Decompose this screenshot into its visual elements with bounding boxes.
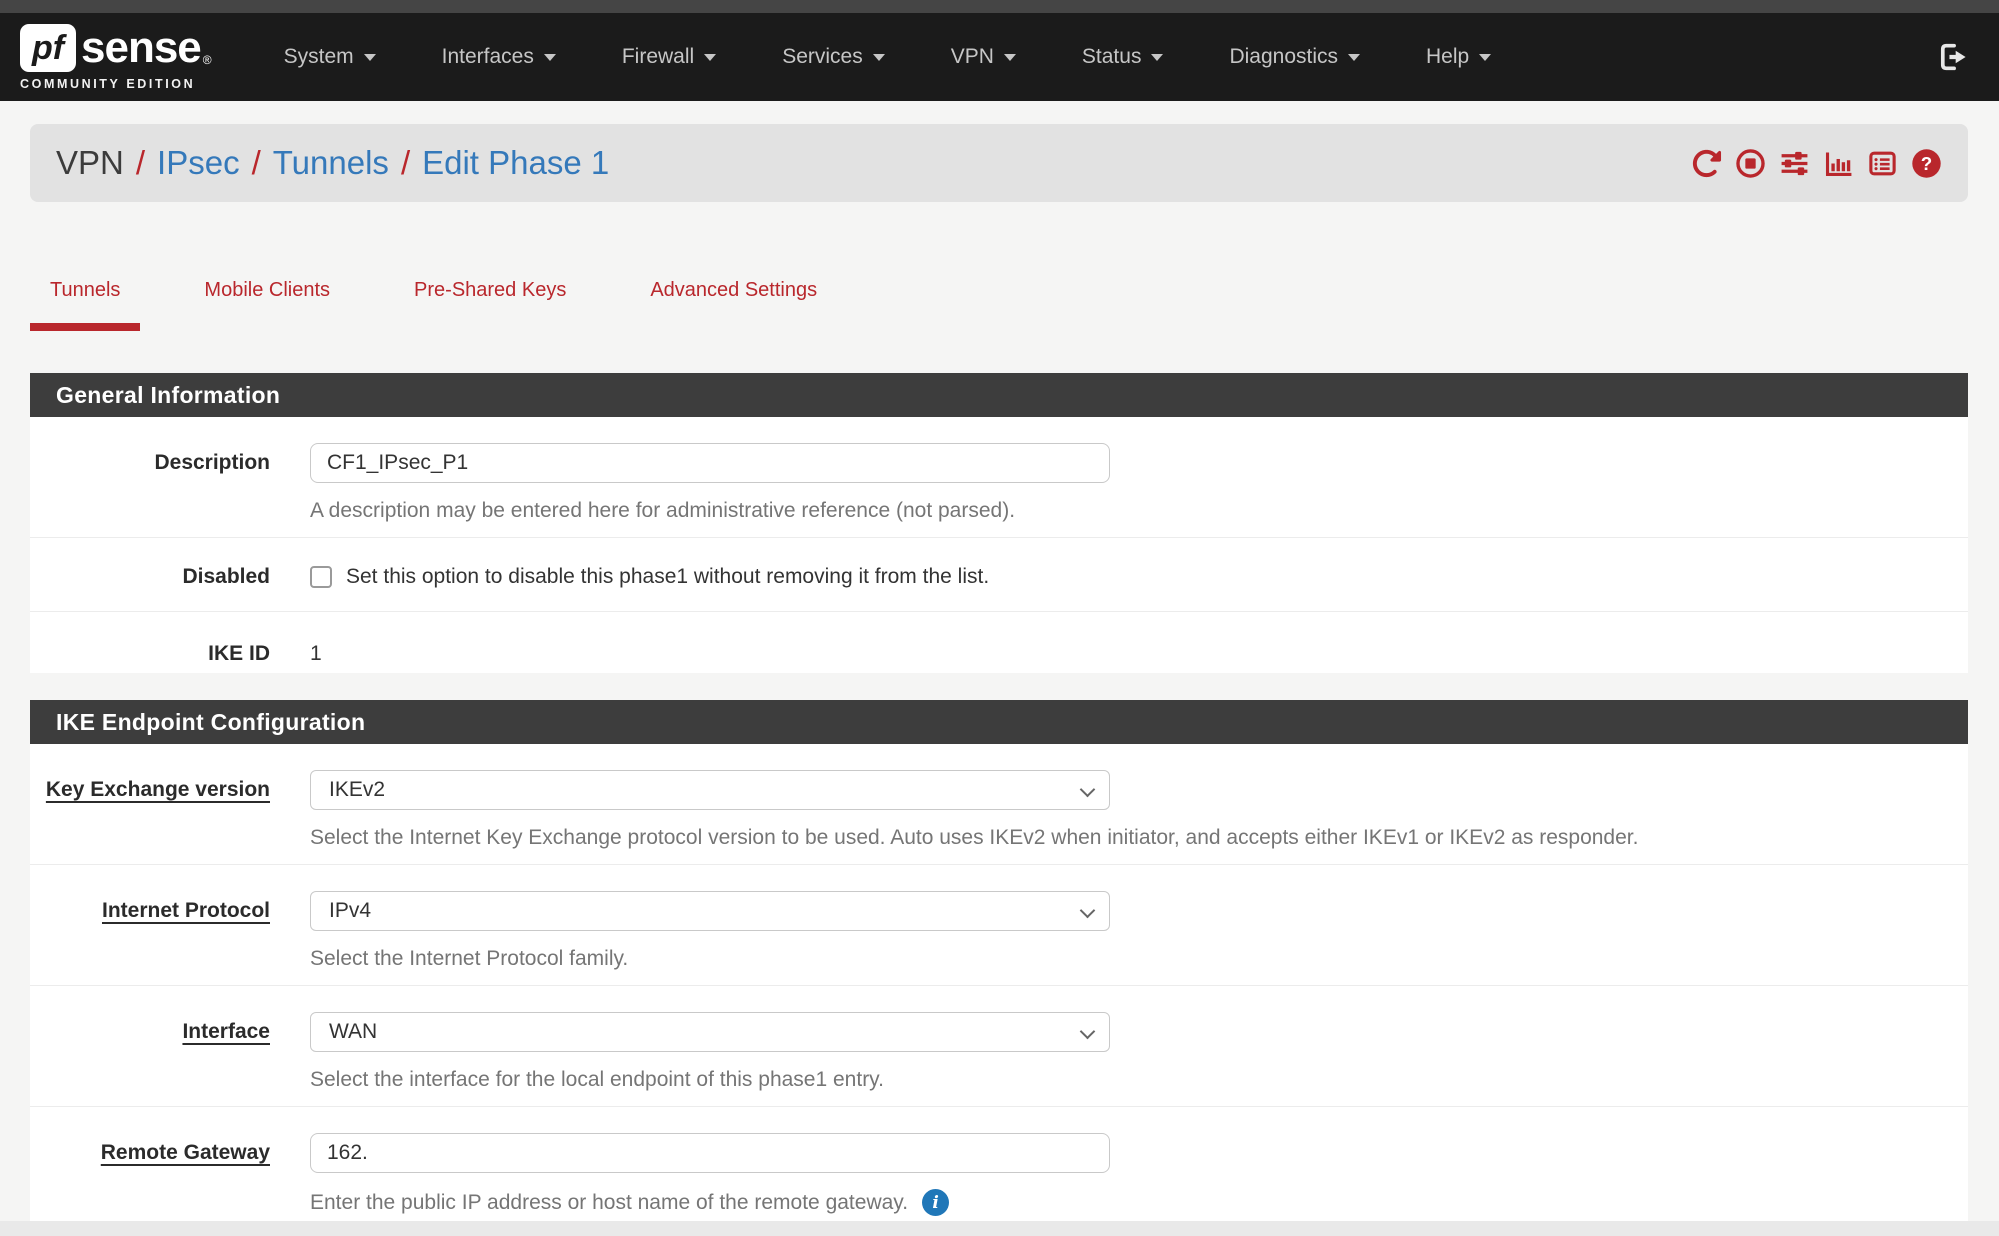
chevron-down-icon xyxy=(704,54,716,61)
disabled-checkbox[interactable] xyxy=(310,566,332,588)
pfsense-logo[interactable]: pf sense ® COMMUNITY EDITION xyxy=(20,23,212,91)
panel-title: IKE Endpoint Configuration xyxy=(30,700,1968,744)
info-icon[interactable]: i xyxy=(922,1189,949,1216)
menu-services-label: Services xyxy=(782,45,863,69)
remote-gateway-input[interactable] xyxy=(310,1133,1110,1173)
menu-help-label: Help xyxy=(1426,45,1469,69)
internet-protocol-help: Select the Internet Protocol family. xyxy=(310,947,1968,971)
key-exchange-value: IKEv2 xyxy=(329,778,385,802)
general-information-panel: General Information Description A descri… xyxy=(30,373,1968,673)
menu-firewall-label: Firewall xyxy=(622,45,694,69)
tab-tunnels[interactable]: Tunnels xyxy=(30,276,140,304)
menu-help[interactable]: Help xyxy=(1426,45,1491,69)
chevron-down-icon xyxy=(544,54,556,61)
chevron-down-icon xyxy=(1151,54,1163,61)
description-input[interactable] xyxy=(310,443,1110,483)
breadcrumb-separator: / xyxy=(136,144,145,182)
key-exchange-label: Key Exchange version xyxy=(30,770,310,850)
ike-endpoint-panel: IKE Endpoint Configuration Key Exchange … xyxy=(30,700,1968,1221)
ike-id-label: IKE ID xyxy=(30,634,310,666)
breadcrumb-link-ipsec[interactable]: IPsec xyxy=(157,144,240,182)
chevron-down-icon xyxy=(364,54,376,61)
chevron-down-icon xyxy=(1479,54,1491,61)
description-help: A description may be entered here for ad… xyxy=(310,499,1968,523)
menu-diagnostics[interactable]: Diagnostics xyxy=(1229,45,1360,69)
menu-interfaces[interactable]: Interfaces xyxy=(442,45,556,69)
interface-value: WAN xyxy=(329,1020,377,1044)
chevron-down-icon xyxy=(873,54,885,61)
chevron-down-icon xyxy=(1080,1024,1096,1040)
key-exchange-help: Select the Internet Key Exchange protoco… xyxy=(310,826,1968,850)
menu-firewall[interactable]: Firewall xyxy=(622,45,716,69)
menu-vpn-label: VPN xyxy=(951,45,994,69)
menu-status-label: Status xyxy=(1082,45,1142,69)
description-label: Description xyxy=(30,443,310,523)
panel-title: General Information xyxy=(30,373,1968,417)
breadcrumb-vpn: VPN xyxy=(56,144,124,182)
menu-system-label: System xyxy=(284,45,354,69)
chevron-down-icon xyxy=(1348,54,1360,61)
menu-services[interactable]: Services xyxy=(782,45,885,69)
top-strip xyxy=(0,0,1999,13)
main-navbar: pf sense ® COMMUNITY EDITION System Inte… xyxy=(0,13,1999,101)
internet-protocol-row: Internet Protocol IPv4 Select the Intern… xyxy=(30,864,1968,985)
remote-gateway-label: Remote Gateway xyxy=(30,1133,310,1216)
key-exchange-row: Key Exchange version IKEv2 Select the In… xyxy=(30,744,1968,864)
svg-text:?: ? xyxy=(1921,153,1932,174)
menu-system[interactable]: System xyxy=(284,45,376,69)
breadcrumb-bar: VPN / IPsec / Tunnels / Edit Phase 1 ? xyxy=(30,124,1968,202)
menu-status[interactable]: Status xyxy=(1082,45,1164,69)
page-action-icons: ? xyxy=(1691,148,1942,179)
chevron-down-icon xyxy=(1080,903,1096,919)
key-exchange-select[interactable]: IKEv2 xyxy=(310,770,1110,810)
tab-advanced-settings[interactable]: Advanced Settings xyxy=(630,276,837,304)
menu-vpn[interactable]: VPN xyxy=(951,45,1016,69)
sign-out-icon[interactable] xyxy=(1935,40,1969,74)
remote-gateway-row: Remote Gateway Enter the public IP addre… xyxy=(30,1106,1968,1230)
interface-row: Interface WAN Select the interface for t… xyxy=(30,985,1968,1106)
disabled-label: Disabled xyxy=(30,560,310,589)
interface-select[interactable]: WAN xyxy=(310,1012,1110,1052)
breadcrumb-separator: / xyxy=(401,144,410,182)
help-circle-icon[interactable]: ? xyxy=(1911,148,1942,179)
disabled-row: Disabled Set this option to disable this… xyxy=(30,537,1968,611)
disabled-checkbox-text: Set this option to disable this phase1 w… xyxy=(346,565,989,589)
interface-label: Interface xyxy=(30,1012,310,1092)
ike-id-value: 1 xyxy=(310,634,1968,666)
brand-edition-label: COMMUNITY EDITION xyxy=(20,77,212,91)
list-icon[interactable] xyxy=(1867,148,1898,179)
navbar-menu: System Interfaces Firewall Services VPN … xyxy=(284,45,1492,69)
brand-name: sense xyxy=(81,23,201,73)
internet-protocol-label: Internet Protocol xyxy=(30,891,310,971)
page-bottom-strip xyxy=(0,1221,1999,1236)
tab-pre-shared-keys[interactable]: Pre-Shared Keys xyxy=(394,276,586,304)
interface-help: Select the interface for the local endpo… xyxy=(310,1068,1968,1092)
refresh-icon[interactable] xyxy=(1691,148,1722,179)
sliders-icon[interactable] xyxy=(1779,148,1810,179)
chevron-down-icon xyxy=(1080,782,1096,798)
breadcrumb-link-edit-phase1[interactable]: Edit Phase 1 xyxy=(422,144,609,182)
registered-mark: ® xyxy=(203,53,212,67)
ike-id-row: IKE ID 1 xyxy=(30,611,1968,688)
stop-circle-icon[interactable] xyxy=(1735,148,1766,179)
remote-gateway-help: Enter the public IP address or host name… xyxy=(310,1191,908,1215)
section-tabs: Tunnels Mobile Clients Pre-Shared Keys A… xyxy=(30,276,837,304)
pf-logo-mark: pf xyxy=(20,24,76,72)
breadcrumb-separator: / xyxy=(252,144,261,182)
chevron-down-icon xyxy=(1004,54,1016,61)
description-row: Description A description may be entered… xyxy=(30,417,1968,537)
breadcrumb: VPN / IPsec / Tunnels / Edit Phase 1 xyxy=(56,144,609,182)
internet-protocol-select[interactable]: IPv4 xyxy=(310,891,1110,931)
internet-protocol-value: IPv4 xyxy=(329,899,371,923)
menu-diagnostics-label: Diagnostics xyxy=(1229,45,1338,69)
menu-interfaces-label: Interfaces xyxy=(442,45,534,69)
bar-chart-icon[interactable] xyxy=(1823,148,1854,179)
breadcrumb-link-tunnels[interactable]: Tunnels xyxy=(273,144,389,182)
tab-mobile-clients[interactable]: Mobile Clients xyxy=(184,276,350,304)
